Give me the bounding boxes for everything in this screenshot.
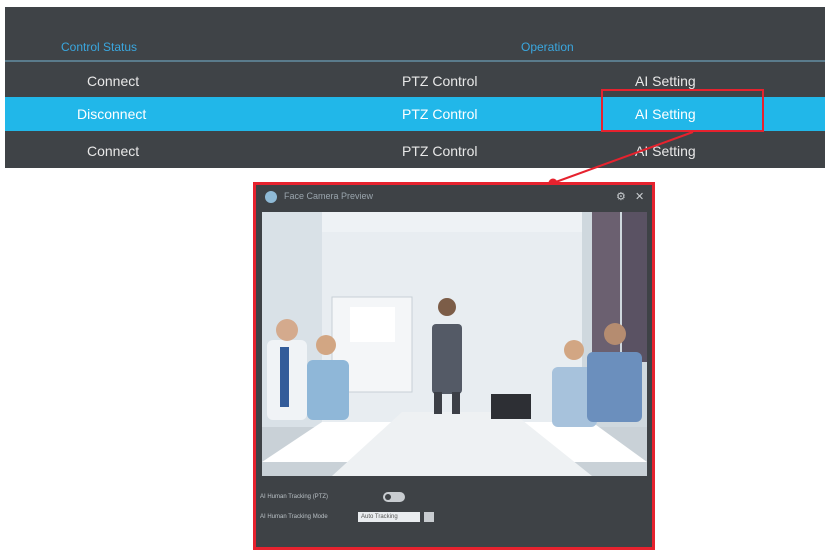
tracking-label: AI Human Tracking (PTZ): [260, 494, 329, 500]
status-cell[interactable]: Disconnect: [77, 106, 146, 122]
ptz-control-link[interactable]: PTZ Control: [402, 106, 477, 122]
tracking-toggle[interactable]: [383, 492, 405, 502]
dialog-title: Face Camera Preview: [284, 191, 374, 201]
table-header: Control Status Operation: [5, 7, 825, 62]
close-icon[interactable]: ✕: [635, 190, 644, 203]
ai-setting-link[interactable]: AI Setting: [635, 143, 696, 159]
ptz-control-link[interactable]: PTZ Control: [402, 143, 477, 159]
tracking-mode-label: AI Human Tracking Mode: [260, 514, 328, 520]
device-list-panel: Control Status Operation Connect PTZ Con…: [5, 7, 825, 168]
status-cell[interactable]: Connect: [87, 143, 139, 159]
tracking-mode-select[interactable]: Auto Tracking: [358, 512, 420, 522]
status-cell[interactable]: Connect: [87, 73, 139, 89]
header-control-status: Control Status: [61, 40, 138, 54]
table-row[interactable]: Connect PTZ Control AI Setting: [5, 134, 825, 168]
highlight-box: [601, 89, 764, 132]
dialog-titlebar: Face Camera Preview ⚙ ✕: [256, 185, 652, 209]
header-operation: Operation: [521, 40, 574, 54]
ai-setting-dialog: Face Camera Preview ⚙ ✕ AI Human Trackin…: [253, 182, 655, 550]
camera-preview-image: [262, 212, 647, 476]
app-icon: [265, 191, 277, 203]
ptz-control-link[interactable]: PTZ Control: [402, 73, 477, 89]
tracking-mode-dropdown-button[interactable]: [424, 512, 434, 522]
ai-setting-link[interactable]: AI Setting: [635, 73, 696, 89]
gear-icon[interactable]: ⚙: [616, 190, 626, 203]
camera-preview: [262, 212, 647, 476]
